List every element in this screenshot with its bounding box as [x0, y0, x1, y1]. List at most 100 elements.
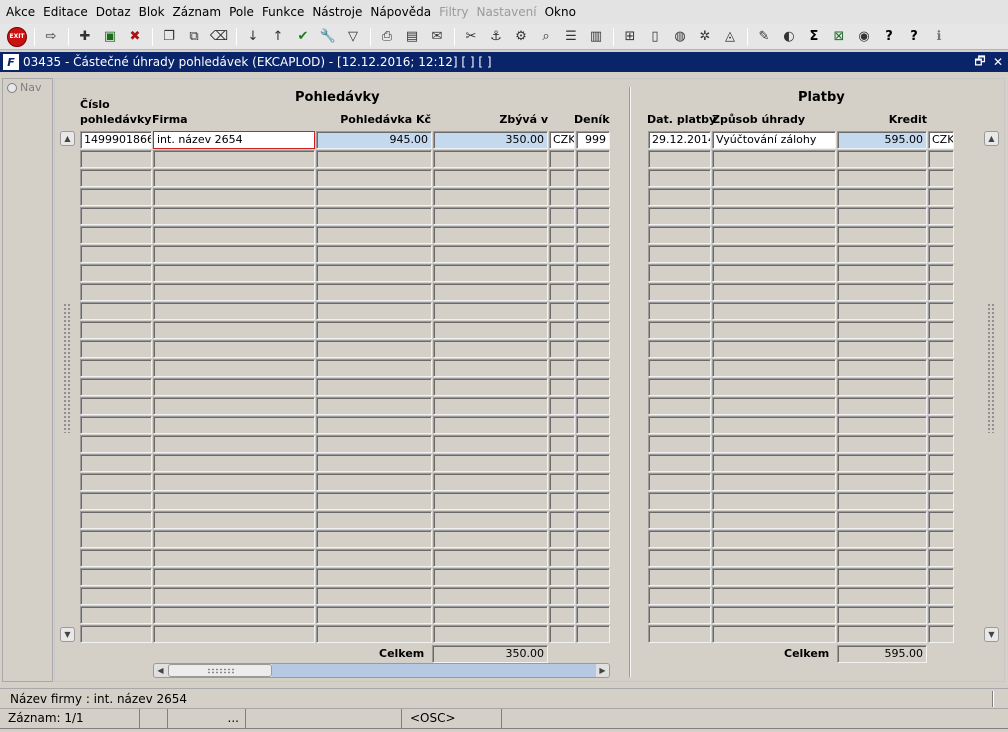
receivable-remaining-cell[interactable]	[433, 302, 548, 320]
payment-currency-cell[interactable]	[928, 340, 954, 358]
receivable-currency-cell[interactable]	[549, 169, 575, 187]
receivable-remaining-cell[interactable]	[433, 530, 548, 548]
payment-date-cell[interactable]	[648, 340, 711, 358]
payment-currency-cell[interactable]	[928, 416, 954, 434]
receivable-journal-cell[interactable]	[576, 511, 610, 529]
payment-currency-cell[interactable]	[928, 397, 954, 415]
receivable-currency-cell[interactable]	[549, 359, 575, 377]
payment-credit-cell[interactable]	[837, 549, 927, 567]
receivable-remaining-cell[interactable]	[433, 321, 548, 339]
payment-currency-cell[interactable]	[928, 321, 954, 339]
scroll-grip[interactable]	[63, 303, 71, 433]
receivable-currency-cell[interactable]	[549, 283, 575, 301]
receivable-remaining-cell[interactable]	[433, 549, 548, 567]
receivable-firm-cell[interactable]	[153, 245, 315, 263]
receivable-number-cell[interactable]	[80, 568, 152, 586]
payment-currency-cell[interactable]	[928, 492, 954, 510]
payment-date-cell[interactable]	[648, 435, 711, 453]
receivable-journal-cell[interactable]	[576, 378, 610, 396]
receivable-currency-cell[interactable]	[549, 435, 575, 453]
receivable-currency-cell[interactable]	[549, 264, 575, 282]
receivable-amount-cell[interactable]	[316, 302, 432, 320]
payment-method-cell[interactable]	[712, 169, 836, 187]
receivable-currency-cell[interactable]	[549, 568, 575, 586]
receivable-journal-cell[interactable]	[576, 492, 610, 510]
receivable-amount-cell[interactable]: 945.00	[316, 131, 432, 149]
save-button[interactable]: ▣	[99, 26, 121, 48]
hscroll-thumb[interactable]	[168, 664, 272, 677]
receivable-firm-cell[interactable]	[153, 226, 315, 244]
payment-date-cell[interactable]	[648, 302, 711, 320]
receivable-number-cell[interactable]	[80, 511, 152, 529]
receivable-firm-cell[interactable]	[153, 606, 315, 624]
payment-date-cell[interactable]	[648, 321, 711, 339]
payment-credit-cell[interactable]	[837, 359, 927, 377]
receivable-journal-cell[interactable]	[576, 169, 610, 187]
receivable-currency-cell[interactable]	[549, 321, 575, 339]
payment-currency-cell[interactable]	[928, 625, 954, 643]
receivable-number-cell[interactable]	[80, 226, 152, 244]
receivable-currency-cell[interactable]	[549, 397, 575, 415]
receivable-amount-cell[interactable]	[316, 473, 432, 491]
payment-method-cell[interactable]	[712, 378, 836, 396]
menu-pole[interactable]: Pole	[225, 0, 258, 24]
receivable-currency-cell[interactable]: CZK	[549, 131, 575, 149]
receivable-amount-cell[interactable]	[316, 264, 432, 282]
receivable-remaining-cell[interactable]	[433, 150, 548, 168]
receivable-firm-cell[interactable]	[153, 169, 315, 187]
receivable-currency-cell[interactable]	[549, 416, 575, 434]
receivable-amount-cell[interactable]	[316, 378, 432, 396]
payment-credit-cell[interactable]	[837, 378, 927, 396]
receivable-journal-cell[interactable]	[576, 473, 610, 491]
payment-method-cell[interactable]	[712, 416, 836, 434]
receivable-number-cell[interactable]	[80, 625, 152, 643]
payment-date-cell[interactable]	[648, 625, 711, 643]
scroll-left-icon[interactable]: ◀	[154, 664, 167, 677]
payment-date-cell[interactable]	[648, 188, 711, 206]
receivable-amount-cell[interactable]	[316, 606, 432, 624]
payment-method-cell[interactable]	[712, 511, 836, 529]
receivable-journal-cell[interactable]	[576, 245, 610, 263]
receivable-firm-cell[interactable]	[153, 188, 315, 206]
receivable-remaining-cell[interactable]	[433, 340, 548, 358]
delete-record-button[interactable]: ✖	[124, 26, 146, 48]
menu-napoveda[interactable]: Nápověda	[366, 0, 435, 24]
insert-record-button[interactable]: ✚	[74, 26, 96, 48]
receivable-journal-cell[interactable]	[576, 207, 610, 225]
receivable-amount-cell[interactable]	[316, 245, 432, 263]
receivable-currency-cell[interactable]	[549, 454, 575, 472]
payment-method-cell[interactable]	[712, 359, 836, 377]
menu-dotaz[interactable]: Dotaz	[92, 0, 135, 24]
payment-currency-cell[interactable]	[928, 359, 954, 377]
receivable-currency-cell[interactable]	[549, 511, 575, 529]
tools-button[interactable]: ⚙	[510, 26, 532, 48]
receivable-amount-cell[interactable]	[316, 625, 432, 643]
receivable-number-cell[interactable]	[80, 435, 152, 453]
receivable-amount-cell[interactable]	[316, 321, 432, 339]
email-button[interactable]: ✉	[426, 26, 448, 48]
payment-date-cell[interactable]	[648, 454, 711, 472]
duplicate-button[interactable]: ⧉	[183, 26, 205, 48]
attachment-button[interactable]: ⊞	[619, 26, 641, 48]
payment-method-cell[interactable]	[712, 150, 836, 168]
excel-button[interactable]: ⊠	[828, 26, 850, 48]
payment-method-cell[interactable]	[712, 340, 836, 358]
receivable-amount-cell[interactable]	[316, 397, 432, 415]
payment-date-cell[interactable]	[648, 207, 711, 225]
payment-date-cell[interactable]	[648, 511, 711, 529]
payment-method-cell[interactable]	[712, 568, 836, 586]
payment-method-cell[interactable]	[712, 530, 836, 548]
print-button[interactable]: ⎙	[376, 26, 398, 48]
receivable-currency-cell[interactable]	[549, 473, 575, 491]
payment-method-cell[interactable]	[712, 549, 836, 567]
payment-currency-cell[interactable]	[928, 283, 954, 301]
payment-method-cell[interactable]	[712, 302, 836, 320]
payment-date-cell[interactable]	[648, 245, 711, 263]
receivable-journal-cell[interactable]	[576, 150, 610, 168]
columns-button[interactable]: ▥	[585, 26, 607, 48]
payment-currency-cell[interactable]: CZK	[928, 131, 954, 149]
receivable-journal-cell[interactable]	[576, 321, 610, 339]
receivable-currency-cell[interactable]	[549, 340, 575, 358]
receivable-number-cell[interactable]	[80, 302, 152, 320]
payment-credit-cell[interactable]	[837, 340, 927, 358]
